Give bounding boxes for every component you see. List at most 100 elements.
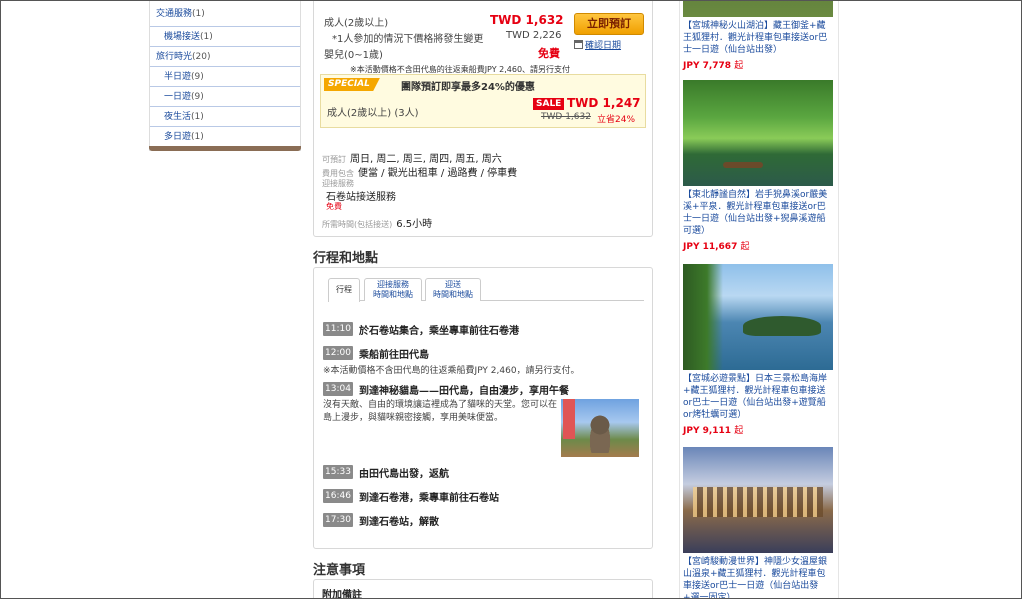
step-time: 15:33 xyxy=(323,465,353,479)
duration-row: 所需時間(包括接送) 6.5小時 xyxy=(322,215,432,230)
product-price-value: JPY 7,778 xyxy=(683,61,732,71)
product-title[interactable]: 【宮崎駿動漫世界】神隱少女溫屋銀山溫泉+藏王狐狸村．觀光計程車包車接送or巴士一… xyxy=(683,556,833,598)
sidebar-item-label: 交通服務 xyxy=(156,9,193,19)
tab-label-line2: 時間和地點 xyxy=(433,290,473,299)
sidebar-item-count: (1) xyxy=(191,132,204,142)
original-price: TWD 1,632 xyxy=(541,112,591,122)
photo-cat xyxy=(587,413,613,453)
duration-label: 所需時間(包括接送) xyxy=(322,220,393,229)
check-date-label: 確認日期 xyxy=(585,41,622,51)
tab-itinerary[interactable]: 行程 xyxy=(328,278,360,302)
check-date-link[interactable]: 確認日期 xyxy=(574,38,621,51)
step-text: 乘船前往田代島 xyxy=(359,350,429,361)
product-price-suffix: 起 xyxy=(734,426,744,436)
notice-card: 附加備註 xyxy=(313,579,653,599)
additional-notes-title: 附加備註 xyxy=(322,590,362,599)
sidebar-item-label: 半日遊 xyxy=(164,72,192,82)
sidebar-item-half-day[interactable]: 半日遊(9) xyxy=(150,67,300,87)
bookable-days-row: 可預訂 周日, 周二, 周三, 周四, 周五, 周六 xyxy=(322,150,502,165)
step-description: 沒有天敵、自由的環境讓這裡成為了貓咪的天堂。您可以在島上漫步，與貓咪親密接觸，享… xyxy=(323,400,558,423)
sale-badge: SALE xyxy=(533,98,565,110)
itinerary-tabs: 行程 迎接服務 時間和地點 迎送 時間和地點 xyxy=(328,278,644,302)
tab-label-line1: 迎送 xyxy=(445,280,461,289)
step-time: 16:46 xyxy=(323,489,353,503)
sidebar-item-travel-time[interactable]: 旅行時光(20) xyxy=(150,47,300,67)
product-image[interactable] xyxy=(683,264,833,370)
tab-label-line1: 迎接服務 xyxy=(377,280,409,289)
sidebar-item-label: 一日遊 xyxy=(164,92,192,102)
adult-label: 成人(2歲以上) xyxy=(324,18,389,29)
sidebar-item-transport[interactable]: 交通服務(1) xyxy=(150,1,300,27)
product-title[interactable]: 【東北靜謐自然】岩手猊鼻溪or嚴美溪+平泉．觀光計程車包車接送or巴士一日遊（仙… xyxy=(683,189,833,237)
sidebar-item-count: (1) xyxy=(192,9,205,19)
group-discount-box: SPECIAL 團隊預訂即享最多24%的優惠 成人(2歲以上) (3人) SAL… xyxy=(320,74,646,128)
product-price: JPY 9,111 起 xyxy=(683,423,833,436)
saving-percent: 立省24% xyxy=(597,115,636,125)
product-image[interactable] xyxy=(683,80,833,186)
step-time: 11:10 xyxy=(323,322,353,336)
product-card[interactable]: 【東北靜謐自然】岩手猊鼻溪or嚴美溪+平泉．觀光計程車包車接送or巴士一日遊（仙… xyxy=(683,80,833,252)
product-card[interactable]: 【宮崎駿動漫世界】神隱少女溫屋銀山溫泉+藏王狐狸村．觀光計程車包車接送or巴士一… xyxy=(683,447,833,598)
sidebar-item-count: (1) xyxy=(191,112,204,122)
sidebar-item-label: 機場接送 xyxy=(164,32,201,42)
special-title: 團隊預訂即享最多24%的優惠 xyxy=(401,82,535,93)
calendar-icon xyxy=(574,40,583,49)
sale-price: TWD 1,247 xyxy=(567,96,641,110)
tab-label-line2: 時間和地點 xyxy=(373,290,413,299)
product-image[interactable] xyxy=(683,447,833,553)
step-text: 到達神秘貓島——田代島，自由漫步，享用午餐 xyxy=(359,386,569,397)
product-price: JPY 7,778 起 xyxy=(683,58,833,71)
adult-price: TWD 1,632 xyxy=(490,13,564,27)
sidebar-item-count: (9) xyxy=(191,72,204,82)
product-price-suffix: 起 xyxy=(734,61,744,71)
sidebar-item-label: 多日遊 xyxy=(164,132,192,142)
photo-flag xyxy=(563,399,575,439)
product-title[interactable]: 【宮城必遊景點】日本三景松島海岸+藏王狐狸村．觀光計程車包車接送or巴士一日遊（… xyxy=(683,373,833,421)
infant-price: 免費 xyxy=(538,47,560,60)
includes-label: 費用包含 xyxy=(322,169,354,178)
bookable-days-label: 可預訂 xyxy=(322,155,346,164)
single-person-note: *1人參加的情況下價格將發生變更 xyxy=(332,34,484,45)
step-text: 由田代島出發，返航 xyxy=(359,469,449,480)
product-card[interactable]: 【宮城神秘火山湖泊】藏王御釜+藏王狐狸村．觀光計程車包車接送or巴士一日遊（仙台… xyxy=(683,1,833,71)
sidebar-item-multi-day[interactable]: 多日遊(1) xyxy=(150,127,300,147)
pickup-free: 免費 xyxy=(326,201,342,212)
product-price-value: JPY 9,111 xyxy=(683,426,732,436)
includes-value: 便當 / 觀光出租車 / 過路費 / 停車費 xyxy=(358,168,518,179)
cat-island-photo xyxy=(561,399,639,457)
page-frame: 交通服務(1) 機場接送(1) 旅行時光(20) 半日遊(9) 一日遊(9) 夜… xyxy=(0,0,1022,599)
sidebar-item-one-day[interactable]: 一日遊(9) xyxy=(150,87,300,107)
step-time: 13:04 xyxy=(323,382,353,396)
product-card[interactable]: 【宮城必遊景點】日本三景松島海岸+藏王狐狸村．觀光計程車包車接送or巴士一日遊（… xyxy=(683,264,833,436)
includes-row: 費用包含 便當 / 觀光出租車 / 過路費 / 停車費 xyxy=(322,164,517,179)
step-text: 到達石卷港，乘專車前往石卷站 xyxy=(359,493,499,504)
sidebar-item-count: (9) xyxy=(191,92,204,102)
step-time: 17:30 xyxy=(323,513,353,527)
product-title[interactable]: 【宮城神秘火山湖泊】藏王御釜+藏王狐狸村．觀光計程車包車接送or巴士一日遊（仙台… xyxy=(683,20,833,56)
booking-card: 成人(2歲以上) TWD 1,632 立即預訂 確認日期 *1人參加的情況下價格… xyxy=(313,1,653,237)
sidebar-item-label: 旅行時光 xyxy=(156,52,193,62)
tab-dropoff-time-place[interactable]: 迎送 時間和地點 xyxy=(425,278,481,301)
special-badge: SPECIAL xyxy=(324,78,380,91)
sidebar-item-label: 夜生活 xyxy=(164,112,192,122)
product-price: JPY 11,667 起 xyxy=(683,239,833,252)
sidebar-item-airport-transfer[interactable]: 機場接送(1) xyxy=(150,27,300,47)
step-note: ※本活動價格不含田代島的往返乘船費JPY 2,460，請另行支付。 xyxy=(323,366,580,376)
product-price-value: JPY 11,667 xyxy=(683,242,738,252)
book-now-button[interactable]: 立即預訂 xyxy=(574,13,644,35)
pickup-free-text: 免費 xyxy=(326,202,342,211)
sidebar-bottom-bar xyxy=(149,146,301,151)
itinerary-title: 行程和地點 xyxy=(313,251,379,266)
product-price-suffix: 起 xyxy=(740,242,750,252)
step-time: 12:00 xyxy=(323,346,353,360)
tab-pickup-time-place[interactable]: 迎接服務 時間和地點 xyxy=(364,278,422,301)
sidebar-item-count: (20) xyxy=(192,52,211,62)
duration-value: 6.5小時 xyxy=(396,219,433,230)
product-image[interactable] xyxy=(683,1,833,17)
sidebar-item-count: (1) xyxy=(200,32,213,42)
category-sidebar: 交通服務(1) 機場接送(1) 旅行時光(20) 半日遊(9) 一日遊(9) 夜… xyxy=(149,1,301,151)
step-text: 到達石卷站，解散 xyxy=(359,517,439,528)
step-text: 於石卷站集合，乘坐專車前往石卷港 xyxy=(359,326,519,337)
sidebar-item-nightlife[interactable]: 夜生活(1) xyxy=(150,107,300,127)
single-person-price: TWD 2,226 xyxy=(506,30,562,41)
